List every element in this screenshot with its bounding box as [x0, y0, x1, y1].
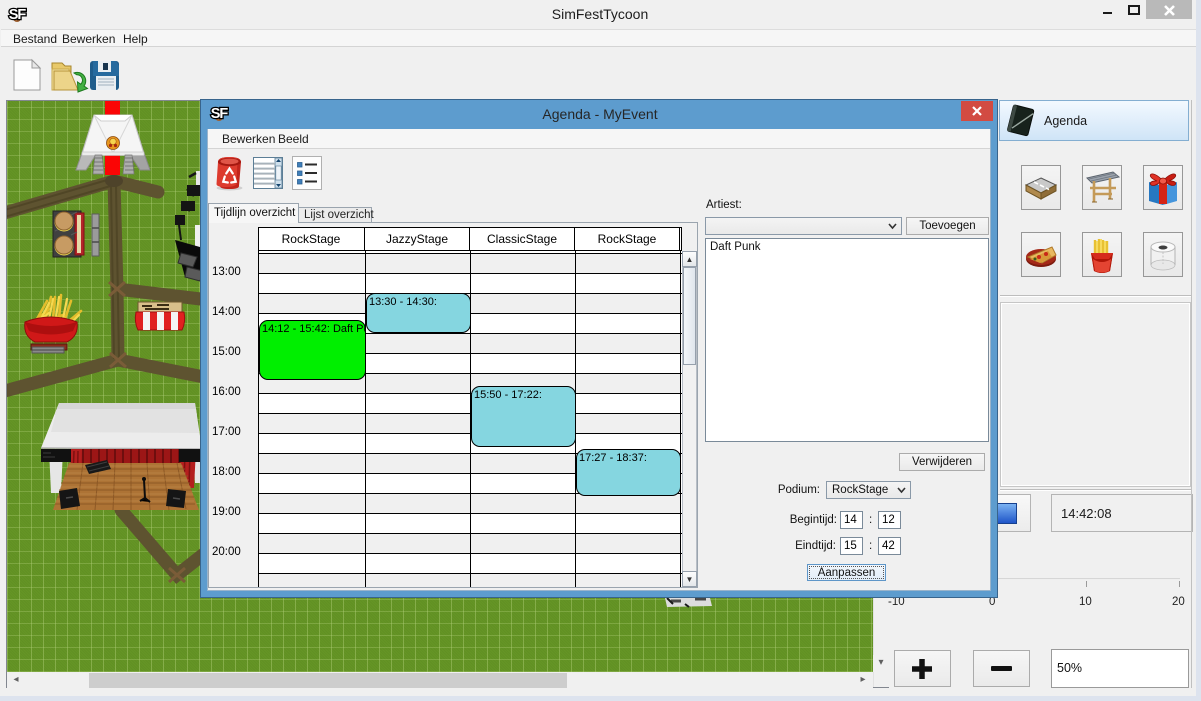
svg-text:SF: SF	[211, 106, 229, 122]
svg-text:SF: SF	[9, 7, 27, 23]
